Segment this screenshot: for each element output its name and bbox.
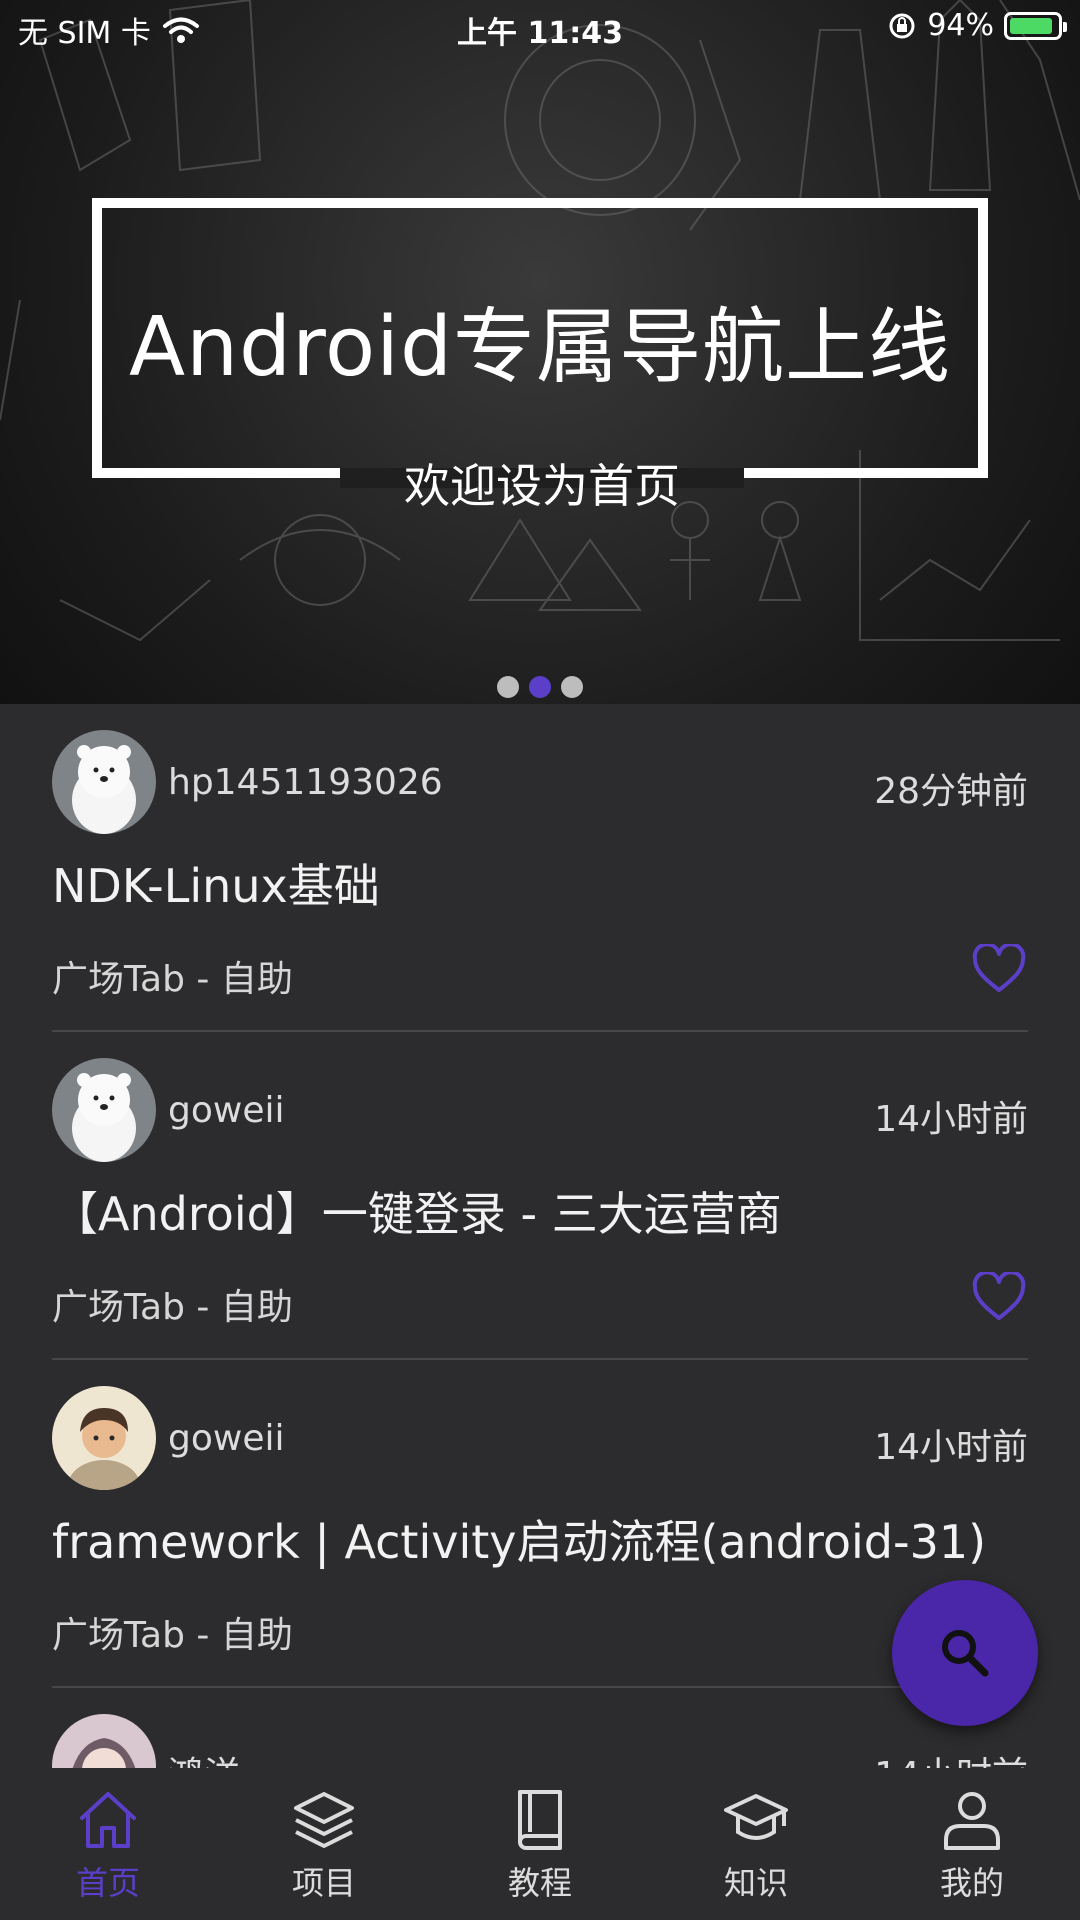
author-name[interactable]: 鸿洋 — [168, 1746, 240, 1768]
tab-label: 我的 — [939, 1864, 1004, 1902]
banner-title: Android专属导航上线 — [128, 300, 952, 395]
article-title[interactable]: 【Android】一键登录 - 三大运营商 — [52, 1178, 782, 1244]
post-time: 14小时前 — [874, 1746, 1028, 1768]
polar-bear-icon[interactable] — [52, 1058, 156, 1162]
carousel-indicator — [0, 676, 1080, 698]
graduation-cap-icon — [724, 1794, 788, 1840]
tab-label: 知识 — [723, 1864, 788, 1902]
article-card[interactable]: hp1451193026 28分钟前 NDK-Linux基础 广场Tab - 自… — [52, 704, 1028, 1032]
cartoon-boy-icon[interactable] — [52, 1386, 156, 1490]
tab-home[interactable]: 首页 — [0, 1768, 216, 1920]
post-time: 14小时前 — [874, 1427, 1028, 1468]
heart-icon[interactable] — [972, 1272, 1026, 1322]
tab-tutorials[interactable]: 教程 — [432, 1768, 648, 1920]
carousel-dot[interactable] — [497, 676, 519, 698]
heart-icon[interactable] — [972, 944, 1026, 994]
article-card[interactable]: goweii 14小时前 【Android】一键登录 - 三大运营商 广场Tab… — [52, 1032, 1028, 1360]
author-name[interactable]: goweii — [168, 1090, 284, 1131]
post-time: 14小时前 — [874, 1099, 1028, 1140]
author-name[interactable]: goweii — [168, 1418, 284, 1459]
home-icon — [80, 1792, 136, 1848]
article-card[interactable]: 鸿洋 14小时前 — [52, 1688, 1028, 1768]
battery-percent: 94% — [927, 8, 994, 43]
tab-label: 教程 — [507, 1864, 572, 1902]
banner-carousel[interactable]: Android专属导航上线 欢迎设为首页 — [0, 0, 1080, 704]
tab-profile[interactable]: 我的 — [864, 1768, 1080, 1920]
article-tag[interactable]: 广场Tab - 自助 — [52, 1606, 293, 1658]
article-title[interactable]: framework | Activity启动流程(android-31) — [52, 1506, 986, 1572]
post-time: 28分钟前 — [874, 771, 1028, 812]
girl-avatar-icon[interactable] — [52, 1714, 156, 1768]
tab-label: 首页 — [75, 1864, 140, 1902]
banner-subtitle: 欢迎设为首页 — [404, 459, 680, 513]
article-tag[interactable]: 广场Tab - 自助 — [52, 1278, 293, 1330]
book-icon — [518, 1790, 562, 1850]
tab-knowledge[interactable]: 知识 — [648, 1768, 864, 1920]
battery-icon — [1004, 11, 1067, 40]
layers-icon — [294, 1792, 354, 1848]
bottom-tab-bar: 首页 项目 教程 知识 我的 — [0, 1768, 1080, 1920]
article-tag[interactable]: 广场Tab - 自助 — [52, 950, 293, 1002]
polar-bear-icon[interactable] — [52, 730, 156, 834]
search-fab-button[interactable] — [892, 1580, 1038, 1726]
user-icon — [944, 1792, 1000, 1850]
carousel-dot[interactable] — [561, 676, 583, 698]
tab-projects[interactable]: 项目 — [216, 1768, 432, 1920]
article-card[interactable]: goweii 14小时前 framework | Activity启动流程(an… — [52, 1360, 1028, 1688]
status-bar: 无 SIM 卡 上午 11:43 94% — [0, 0, 1080, 56]
carousel-dot-active[interactable] — [529, 676, 551, 698]
search-icon — [942, 1630, 989, 1677]
tab-label: 项目 — [291, 1864, 356, 1902]
rotation-lock-icon — [889, 13, 915, 38]
article-title[interactable]: NDK-Linux基础 — [52, 850, 380, 916]
author-name[interactable]: hp1451193026 — [168, 762, 443, 803]
